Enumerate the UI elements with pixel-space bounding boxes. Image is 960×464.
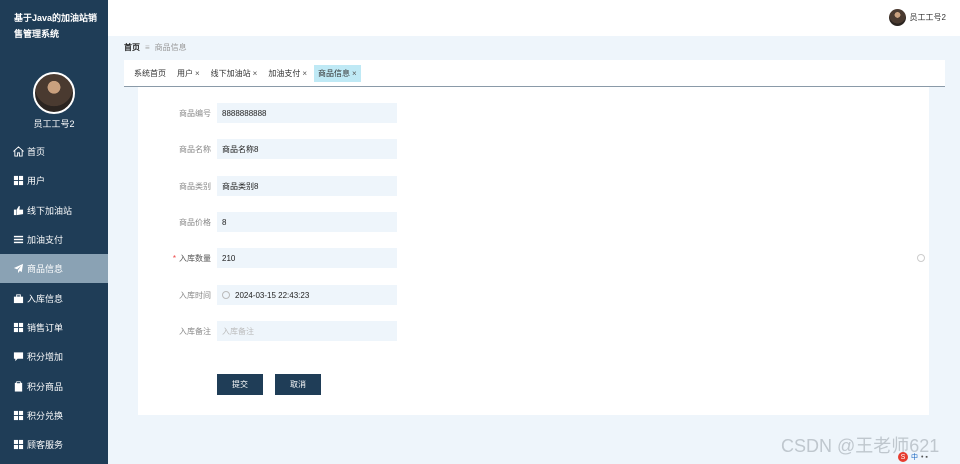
sidebar-item-label: 用户 xyxy=(27,176,46,187)
app-title: 基于Java的加油站销售管理系统 xyxy=(14,13,98,39)
sidebar-item-stock-in[interactable]: 入库信息 xyxy=(0,283,108,312)
tray-dots-icon[interactable]: • ▪ xyxy=(921,454,928,461)
stock-time-field[interactable]: 2024-03-15 22:43:23 xyxy=(217,285,397,305)
product-price-field[interactable]: 8 xyxy=(217,212,397,232)
settings-icon[interactable] xyxy=(917,254,925,262)
home-icon xyxy=(12,146,24,158)
close-icon[interactable]: × xyxy=(253,69,258,78)
sidebar-item-label: 入库信息 xyxy=(27,293,64,304)
tab-product-info[interactable]: 商品信息 × xyxy=(314,64,361,82)
header-user-name: 员工工号2 xyxy=(909,13,946,22)
grid-icon xyxy=(12,439,24,451)
grid-icon xyxy=(12,409,24,421)
breadcrumb-home[interactable]: 首页 xyxy=(124,42,140,53)
product-name-label: 商品名称 xyxy=(179,144,211,154)
stock-remark-label: 入库备注 xyxy=(179,326,211,336)
sidebar-item-users[interactable]: 用户 xyxy=(0,166,108,195)
submit-button[interactable]: 提交 xyxy=(217,374,263,395)
sidebar-item-label: 线下加油站 xyxy=(27,205,73,216)
cancel-button[interactable]: 取消 xyxy=(275,374,321,395)
clock-icon xyxy=(222,291,230,299)
tab-users[interactable]: 用户 × xyxy=(173,65,204,82)
user-menu[interactable]: 员工工号2 xyxy=(888,9,946,26)
list-icon xyxy=(12,234,24,246)
sidebar-item-customer-service[interactable]: 顾客服务 xyxy=(0,430,108,459)
sidebar-item-label: 加油支付 xyxy=(27,235,64,246)
send-icon xyxy=(12,263,24,275)
tab-label: 加油支付 xyxy=(268,68,301,78)
grid-icon xyxy=(12,321,24,333)
chat-icon xyxy=(12,351,24,363)
product-code-label: 商品编号 xyxy=(179,108,211,118)
sidebar-item-points-exchange[interactable]: 积分兑换 xyxy=(0,401,108,430)
sidebar-menu: 首页 用户 线下加油站 加油支付 商品信息 入库信息 销售订单 积分增加 积分商… xyxy=(0,137,108,459)
tab-label: 用户 xyxy=(177,68,193,78)
top-bar: 员工工号2 xyxy=(108,0,960,36)
ime-indicator[interactable]: 中 xyxy=(911,452,918,462)
sidebar-item-offline-stations[interactable]: 线下加油站 xyxy=(0,196,108,225)
tab-fuel-payment[interactable]: 加油支付 × xyxy=(264,65,311,82)
stock-quantity-label-text: 入库数量 xyxy=(179,253,211,263)
briefcase-icon xyxy=(12,292,24,304)
thumb-icon xyxy=(12,204,24,216)
stock-remark-field[interactable]: 入库备注 xyxy=(217,321,397,341)
sidebar-item-label: 积分商品 xyxy=(27,381,64,392)
close-icon[interactable]: × xyxy=(195,69,200,78)
required-asterisk: * xyxy=(172,253,176,263)
sidebar-item-points-add[interactable]: 积分增加 xyxy=(0,342,108,371)
breadcrumb-current: 商品信息 xyxy=(154,43,187,52)
avatar[interactable] xyxy=(33,72,75,114)
tab-offline-stations[interactable]: 线下加油站 × xyxy=(207,65,262,82)
sidebar-item-home[interactable]: 首页 xyxy=(0,137,108,166)
clipboard-icon xyxy=(12,380,24,392)
tab-label: 系统首页 xyxy=(134,68,166,78)
grid-icon xyxy=(12,175,24,187)
stock-quantity-field[interactable]: 210 xyxy=(217,248,397,268)
close-icon[interactable]: × xyxy=(302,69,307,78)
sidebar-item-points-products[interactable]: 积分商品 xyxy=(0,371,108,400)
header-avatar xyxy=(888,9,906,26)
product-category-field[interactable]: 商品类别8 xyxy=(217,176,397,196)
sidebar-item-label: 销售订单 xyxy=(27,322,64,333)
tab-bar: 系统首页 用户 × 线下加油站 × 加油支付 × 商品信息 × xyxy=(124,60,945,87)
product-name-field[interactable]: 商品名称8 xyxy=(217,139,397,159)
sidebar-item-fuel-payment[interactable]: 加油支付 xyxy=(0,225,108,254)
product-category-label: 商品类别 xyxy=(179,181,211,191)
sidebar-item-label: 首页 xyxy=(27,147,46,158)
sidebar-item-label: 商品信息 xyxy=(27,264,64,275)
sidebar-item-label: 积分增加 xyxy=(27,352,64,363)
breadcrumb-separator: ≡ xyxy=(145,43,150,52)
breadcrumb: 首页 ≡ 商品信息 xyxy=(124,42,187,53)
input-method-logo-icon[interactable]: S xyxy=(898,452,908,462)
sidebar-item-sales-orders[interactable]: 销售订单 xyxy=(0,313,108,342)
sidebar-item-product-info[interactable]: 商品信息 xyxy=(0,254,108,284)
stock-quantity-label: * 入库数量 xyxy=(138,253,211,264)
product-code-field[interactable]: 8888888888 xyxy=(217,103,397,123)
tab-label: 线下加油站 xyxy=(210,68,251,78)
product-form: 商品编号 8888888888 商品名称 商品名称8 商品类别 商品类别8 商品… xyxy=(138,87,929,415)
sidebar: 基于Java的加油站销售管理系统 员工工号2 首页 用户 线下加油站 加油支付 … xyxy=(0,0,108,464)
tab-label: 商品信息 xyxy=(318,68,351,78)
stock-time-label: 入库时间 xyxy=(179,290,211,300)
system-tray: S 中 • ▪ xyxy=(898,452,931,462)
tab-system-home[interactable]: 系统首页 xyxy=(130,65,170,82)
sidebar-item-label: 顾客服务 xyxy=(27,440,64,451)
sidebar-item-label: 积分兑换 xyxy=(27,410,64,421)
sidebar-user-name: 员工工号2 xyxy=(33,119,75,129)
close-icon[interactable]: × xyxy=(352,69,357,78)
stock-time-value: 2024-03-15 22:43:23 xyxy=(235,290,310,300)
product-price-label: 商品价格 xyxy=(179,217,211,227)
